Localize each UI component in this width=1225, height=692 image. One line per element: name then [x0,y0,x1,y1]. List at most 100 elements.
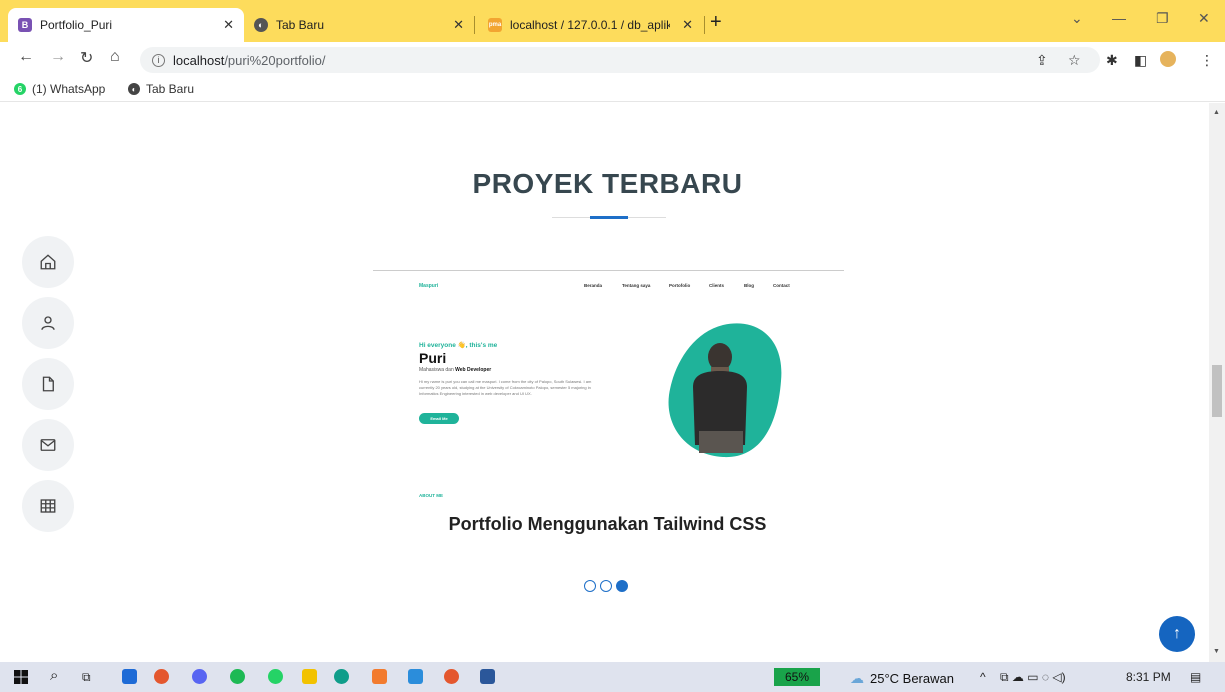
close-tab-icon[interactable]: ✕ [682,17,693,33]
address-host: localhost [173,52,225,68]
weather-widget[interactable]: ☁ 25°C Berawan [850,670,954,687]
carousel-dot-2[interactable] [600,580,612,592]
carousel-dot-1[interactable] [584,580,596,592]
address-path: /puri%20portfolio/ [224,52,326,68]
restore-icon[interactable]: ❐ [1156,10,1169,27]
tray-icons[interactable]: ⧉ ☁ ▭ ◌ ◁) [1000,670,1066,685]
preview-nav-item: Contact [773,283,790,288]
arrow-up-icon: ↑ [1173,625,1181,642]
edge-taskbar-icon[interactable] [334,669,349,684]
xampp-taskbar-icon[interactable] [372,669,387,684]
back-icon[interactable]: ← [18,48,34,66]
bookmarks-bar: 6 (1) WhatsApp ◐ Tab Baru [0,78,1225,102]
profile-photo-blob [668,323,782,458]
carousel-indicators [584,580,628,592]
clock[interactable]: 8:31 PM [1126,670,1171,684]
new-tab-icon[interactable]: + [710,11,722,34]
nav-portfolio-button[interactable] [22,358,74,410]
side-panel-icon[interactable]: ◧ [1134,52,1147,69]
heading-accent-bar [590,216,628,219]
preview-nav-item: Clients [709,283,725,288]
file-icon [42,376,54,392]
bookmark-whatsapp[interactable]: 6 (1) WhatsApp [14,82,105,96]
close-tab-icon[interactable]: ✕ [223,17,234,33]
slide-caption: Portfolio Menggunakan Tailwind CSS [448,514,767,534]
preview-description: Hi my name is puri you can call me maspu… [419,379,592,396]
browser-toolbar: ← → ↻ ⌂ i localhost/puri%20portfolio/ ⇪ … [0,42,1225,78]
windows-taskbar: ⌕ ⧉ 65% ☁ 25°C Berawan ^ ⧉ ☁ ▭ ◌ ◁) 8:31… [0,662,1225,692]
preview-name: Puri [419,350,447,366]
page-viewport: PROYEK TERBARU Maspuri Beranda Tentang s… [0,103,1209,662]
page-scrollbar[interactable]: ▲ ▼ [1209,103,1225,662]
word-taskbar-icon[interactable] [480,669,495,684]
scroll-thumb[interactable] [1212,365,1222,417]
address-bar[interactable]: i localhost/puri%20portfolio/ [140,47,1100,73]
whatsapp-taskbar-icon[interactable] [268,669,283,684]
chrome-icon: ◐ [128,83,140,95]
mail-icon [40,439,56,451]
tab-title: localhost / 127.0.0.1 / db_aplikasi [510,18,670,32]
tab-title: Portfolio_Puri [40,18,113,32]
tab-separator [474,16,475,34]
taskbar-app-icon[interactable] [122,669,137,684]
bookmark-label: Tab Baru [146,82,195,96]
cloud-icon: ☁ [850,670,864,686]
section-heading: PROYEK TERBARU [472,168,743,199]
preview-brand: Maspuri [419,283,439,289]
discord-taskbar-icon[interactable] [192,669,207,684]
tab-phpmyadmin[interactable]: pma localhost / 127.0.0.1 / db_aplikasi … [478,8,703,42]
close-window-icon[interactable]: ✕ [1198,10,1210,27]
preview-section-label: ABOUT ME [419,493,443,498]
battery-indicator[interactable]: 65% [774,668,820,686]
nav-home-button[interactable] [22,236,74,288]
windows-start-icon[interactable] [14,670,28,684]
weather-text: 25°C Berawan [870,671,954,686]
preview-nav-item: Tentang saya [622,283,651,288]
bookmark-label: (1) WhatsApp [32,82,106,96]
nav-contact-button[interactable] [22,419,74,471]
reload-icon[interactable]: ↻ [80,48,93,68]
site-info-icon[interactable]: i [152,53,165,67]
menu-kebab-icon[interactable]: ⋮ [1200,52,1214,69]
chrome-taskbar-icon[interactable] [154,669,169,684]
scroll-up-arrow-icon[interactable]: ▲ [1213,109,1220,116]
tab-portfolio[interactable]: B Portfolio_Puri ✕ [8,8,244,42]
chevron-up-icon[interactable]: ^ [980,670,986,684]
task-view-icon[interactable]: ⧉ [82,670,91,685]
home-button-icon[interactable]: ⌂ [110,48,120,66]
preview-nav-item: Portofolio [669,283,691,288]
preview-role-bold: Web Developer [455,367,492,373]
bootstrap-favicon-icon: B [18,18,32,32]
bookmark-tab-baru[interactable]: ◐ Tab Baru [128,82,194,96]
home-icon [40,254,56,270]
whatsapp-icon: 6 [14,83,26,95]
forward-icon[interactable]: → [50,48,66,66]
carousel-slide-preview[interactable]: Maspuri Beranda Tentang saya Portofolio … [373,266,844,516]
notification-icon[interactable]: ▤ [1190,670,1201,684]
preview-header-line [373,270,844,271]
tab-search-icon[interactable]: ⌄ [1071,10,1083,27]
table-icon [40,499,56,513]
preview-role: Mahasiswa dan Web Developer [419,367,491,373]
chrome-profile-taskbar-icon[interactable] [444,669,459,684]
nav-about-button[interactable] [22,297,74,349]
back-to-top-button[interactable]: ↑ [1159,616,1195,652]
file-explorer-taskbar-icon[interactable] [302,669,317,684]
preview-nav-item: Beranda [584,283,603,288]
spotify-taskbar-icon[interactable] [230,669,245,684]
scroll-down-arrow-icon[interactable]: ▼ [1213,648,1220,655]
profile-avatar[interactable] [1160,51,1176,67]
close-tab-icon[interactable]: ✕ [453,17,464,33]
search-icon[interactable]: ⌕ [50,667,58,684]
preview-nav-item: Blog [744,283,754,288]
tab-new-tab[interactable]: ◐ Tab Baru ✕ [244,8,474,42]
share-icon[interactable]: ⇪ [1036,52,1048,69]
preview-greeting: Hi everyone 👋, this's me [419,342,498,349]
carousel-dot-3[interactable] [616,580,628,592]
extensions-icon[interactable]: ✱ [1106,52,1118,69]
minimize-icon[interactable]: — [1112,10,1126,26]
vscode-taskbar-icon[interactable] [408,669,423,684]
tab-title: Tab Baru [276,18,325,32]
preview-role-prefix: Mahasiswa dan [419,367,454,373]
bookmark-star-icon[interactable]: ☆ [1068,52,1081,69]
